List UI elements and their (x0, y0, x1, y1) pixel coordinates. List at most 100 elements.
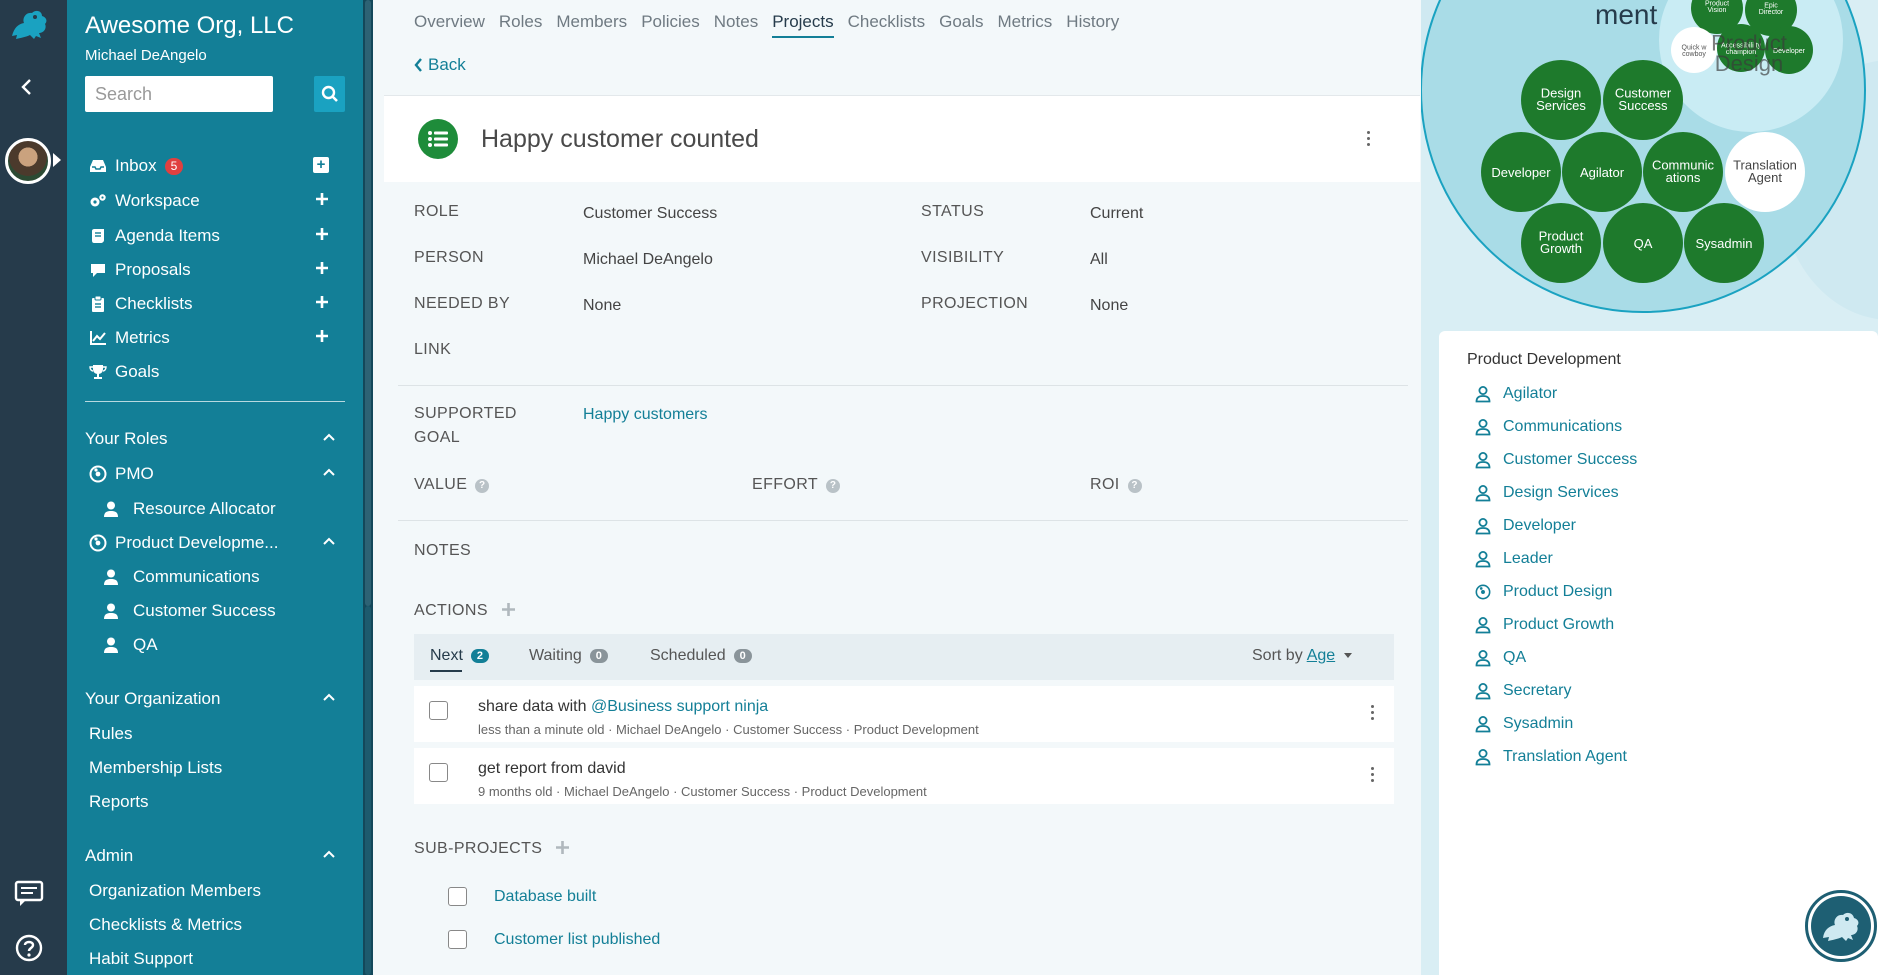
role-list-item[interactable]: Sysadmin (1475, 715, 1573, 733)
chevron-up-icon[interactable] (323, 693, 335, 701)
role-communications[interactable]: Communications (103, 567, 260, 587)
subproject-link[interactable]: Database built (494, 888, 596, 906)
bubble-design-services[interactable]: Design Services (1536, 85, 1586, 112)
collapse-sidebar-icon[interactable] (20, 78, 32, 96)
role-circle-pmo[interactable]: PMO (89, 464, 345, 484)
chevron-up-icon[interactable] (323, 433, 335, 441)
action-item[interactable]: get report from david 9 months old · Mic… (414, 748, 1394, 804)
nav-goals[interactable]: Goals (89, 359, 345, 385)
org-name[interactable]: Awesome Org, LLC (85, 12, 294, 40)
bubble-sysadmin[interactable]: Sysadmin (1695, 236, 1752, 251)
role-list-item[interactable]: Customer Success (1475, 451, 1637, 469)
tab-history[interactable]: History (1066, 12, 1119, 38)
tab-projects[interactable]: Projects (772, 12, 834, 38)
action-checkbox[interactable] (429, 701, 448, 720)
chevron-up-icon[interactable] (323, 850, 335, 858)
sort-by-age-dropdown[interactable]: Age (1307, 647, 1335, 664)
role-circle-product-development[interactable]: Product Developme... (89, 533, 345, 553)
sidebar-scrollbar[interactable] (363, 0, 373, 975)
nav-inbox[interactable]: Inbox 5 + (89, 153, 345, 179)
action-title[interactable]: share data with @Business support ninja (478, 698, 768, 716)
bubble-product-growth[interactable]: Product Growth (1539, 228, 1584, 255)
link-checklists-metrics[interactable]: Checklists & Metrics (89, 915, 242, 935)
projection-field-value[interactable]: None (1090, 297, 1128, 315)
chevron-up-icon[interactable] (323, 468, 335, 476)
link-organization-members[interactable]: Organization Members (89, 881, 261, 901)
role-list-item[interactable]: Design Services (1475, 484, 1619, 502)
role-customer-success[interactable]: Customer Success (103, 601, 276, 621)
role-list-item[interactable]: Developer (1475, 517, 1576, 535)
frog-logo-icon[interactable] (8, 6, 50, 42)
action-mention-link[interactable]: @Business support ninja (591, 698, 768, 715)
action-menu-icon[interactable] (1371, 705, 1374, 720)
subproject-link[interactable]: Customer list published (494, 931, 660, 949)
help-circle-icon[interactable]: ? (826, 479, 841, 493)
link-rules[interactable]: Rules (89, 724, 132, 744)
checklists-add-icon[interactable] (315, 295, 329, 309)
role-list-item[interactable]: Communications (1475, 418, 1622, 436)
help-icon[interactable] (14, 933, 44, 963)
agenda-add-icon[interactable] (315, 227, 329, 241)
role-list-item[interactable]: Leader (1475, 550, 1553, 568)
supported-goal-link[interactable]: Happy customers (583, 406, 708, 424)
person-field-value[interactable]: Michael DeAngelo (583, 251, 713, 269)
role-list-item[interactable]: Product Design (1475, 583, 1612, 601)
role-resource-allocator[interactable]: Resource Allocator (103, 499, 276, 519)
bubble-customer-success[interactable]: Customer Success (1615, 85, 1672, 112)
help-circle-icon[interactable]: ? (1127, 479, 1142, 493)
tab-notes[interactable]: Notes (714, 12, 758, 38)
caret-down-icon[interactable] (1343, 653, 1352, 658)
action-tab-next[interactable]: Next 2 (430, 647, 490, 665)
nav-metrics[interactable]: Metrics (89, 325, 345, 351)
add-action-icon[interactable] (501, 602, 516, 617)
tab-policies[interactable]: Policies (641, 12, 700, 38)
action-tab-scheduled[interactable]: Scheduled 0 (650, 647, 752, 665)
link-reports[interactable]: Reports (89, 792, 149, 812)
role-list-item[interactable]: Product Growth (1475, 616, 1614, 634)
tab-members[interactable]: Members (556, 12, 627, 38)
role-qa[interactable]: QA (103, 635, 158, 655)
circle-map[interactable]: ment Product Vision Epic Director Quick wc… (1421, 0, 1878, 330)
proposals-add-icon[interactable] (315, 261, 329, 275)
tab-roles[interactable]: Roles (499, 12, 542, 38)
nav-proposals[interactable]: Proposals (89, 257, 345, 283)
admin-header[interactable]: Admin (85, 846, 345, 866)
inbox-add-button[interactable]: + (313, 157, 329, 173)
search-button[interactable] (314, 76, 345, 112)
your-organization-header[interactable]: Your Organization (85, 689, 345, 709)
chat-icon[interactable] (14, 880, 44, 908)
bubble-product-vision[interactable]: Product Vision (1705, 1, 1729, 15)
role-list-item[interactable]: QA (1475, 649, 1526, 667)
needed-by-value[interactable]: None (583, 297, 621, 315)
project-menu-icon[interactable] (1367, 131, 1370, 146)
workspace-add-icon[interactable] (315, 192, 329, 206)
role-list-item[interactable]: Secretary (1475, 682, 1571, 700)
project-title[interactable]: Happy customer counted (481, 125, 759, 154)
user-avatar[interactable] (5, 138, 51, 184)
search-input[interactable] (85, 76, 273, 112)
action-title[interactable]: get report from david (478, 760, 626, 778)
status-field-value[interactable]: Current (1090, 205, 1143, 223)
nav-workspace[interactable]: Workspace (89, 188, 345, 214)
tab-metrics[interactable]: Metrics (998, 12, 1053, 38)
action-item[interactable]: share data with @Business support ninja … (414, 686, 1394, 742)
role-list-item[interactable]: Translation Agent (1475, 748, 1627, 766)
back-link[interactable]: Back (414, 55, 466, 75)
nav-checklists[interactable]: Checklists (89, 291, 345, 317)
chevron-up-icon[interactable] (323, 537, 335, 545)
tab-overview[interactable]: Overview (414, 12, 485, 38)
action-checkbox[interactable] (429, 763, 448, 782)
metrics-add-icon[interactable] (315, 329, 329, 343)
bubble-agilator[interactable]: Agilator (1580, 165, 1625, 180)
assistant-button[interactable] (1805, 890, 1877, 962)
link-membership-lists[interactable]: Membership Lists (89, 758, 222, 778)
add-subproject-icon[interactable] (555, 840, 570, 855)
action-tab-waiting[interactable]: Waiting 0 (529, 647, 608, 665)
link-habit-support[interactable]: Habit Support (89, 949, 193, 969)
your-roles-header[interactable]: Your Roles (85, 429, 345, 449)
help-circle-icon[interactable]: ? (475, 479, 490, 493)
subproject-checkbox[interactable] (448, 887, 467, 906)
nav-agenda-items[interactable]: Agenda Items (89, 223, 345, 249)
bubble-developer[interactable]: Developer (1491, 165, 1551, 180)
role-field-value[interactable]: Customer Success (583, 205, 717, 223)
